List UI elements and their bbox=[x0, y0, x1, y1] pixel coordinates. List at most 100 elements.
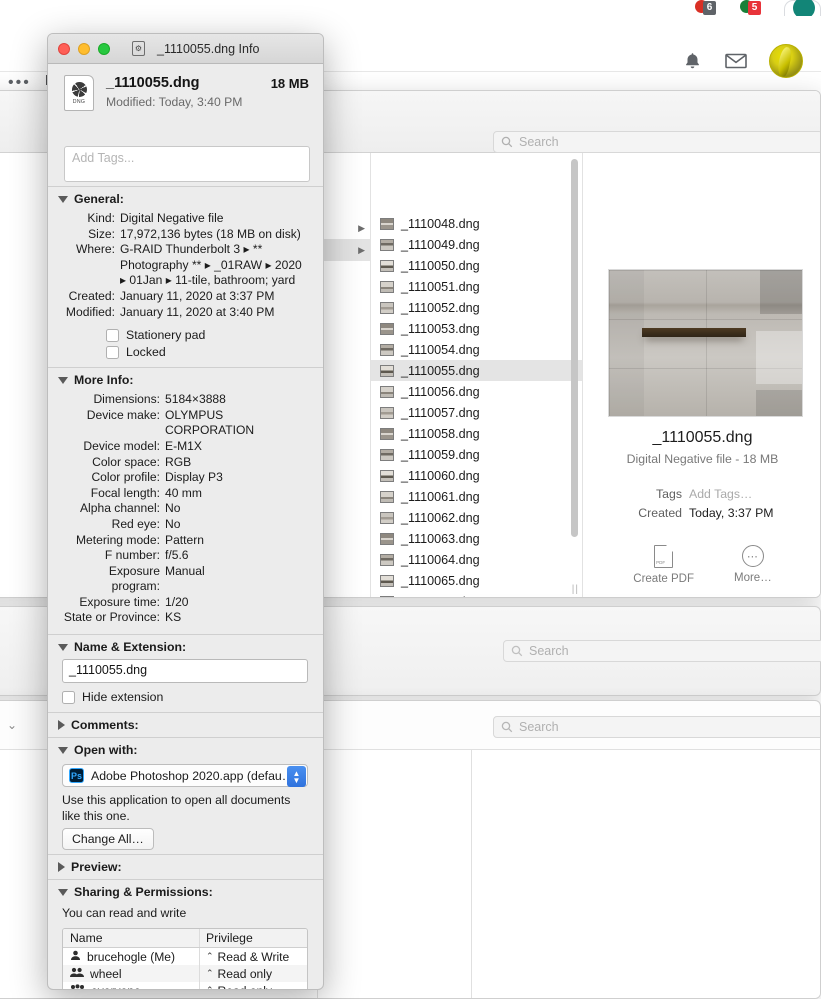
finder3-search-input[interactable]: Search bbox=[493, 716, 820, 738]
open-with-dropdown[interactable]: Ps Adobe Photoshop 2020.app (defau… ▲ ▼ bbox=[62, 764, 308, 788]
section-comments-header[interactable]: Comments: bbox=[48, 713, 323, 737]
mail-icon[interactable] bbox=[725, 50, 747, 72]
section-open-with-body: Ps Adobe Photoshop 2020.app (defau… ▲ ▼ U… bbox=[48, 762, 323, 854]
file-name-label: _1110048.dng bbox=[401, 216, 480, 231]
more-info-row: Exposure time: 1/20 bbox=[62, 595, 311, 611]
file-list-item[interactable]: _1110065.dng bbox=[371, 570, 582, 591]
file-list-item[interactable]: _1110066.dng bbox=[371, 591, 582, 597]
checkbox-box[interactable] bbox=[62, 690, 75, 704]
file-list-item[interactable]: _1110053.dng bbox=[371, 318, 582, 339]
permissions-privilege-cell[interactable]: ⌃ Read & Write bbox=[200, 950, 307, 964]
sidebar-collapse-chevron-icon[interactable]: ⌄ bbox=[0, 714, 24, 736]
file-list-item[interactable]: _1110050.dng bbox=[371, 255, 582, 276]
file-list-item[interactable]: _1110062.dng bbox=[371, 507, 582, 528]
tab-favicon-red[interactable]: 6 bbox=[695, 0, 716, 16]
chevron-updown-icon[interactable]: ▲ ▼ bbox=[287, 766, 306, 788]
row-value: KS bbox=[165, 610, 182, 625]
permissions-row[interactable]: everyone ⌃ Read only bbox=[63, 982, 307, 989]
disclosure-triangle-icon[interactable] bbox=[58, 376, 68, 384]
filename-input[interactable]: _1110055.dng bbox=[62, 659, 308, 684]
more-button[interactable]: ⋯ More… bbox=[734, 545, 772, 585]
chevron-updown-icon[interactable]: ⌃ bbox=[206, 968, 214, 979]
more-info-row: Device model: E-M1X bbox=[62, 439, 311, 455]
row-value: 5184×3888 bbox=[165, 392, 226, 407]
info-titlebar[interactable]: ⚙ _1110055.dng Info bbox=[48, 34, 323, 64]
disclosure-triangle-icon[interactable] bbox=[58, 862, 65, 873]
section-open-with-header[interactable]: Open with: bbox=[48, 738, 323, 762]
section-general-header[interactable]: General: bbox=[48, 187, 323, 211]
close-button[interactable] bbox=[58, 42, 70, 55]
file-list-container: _1110048.dng _1110049.dng _1110050.dng _111… bbox=[371, 153, 582, 597]
checkbox-label: Stationery pad bbox=[126, 328, 206, 343]
finder2-search-input[interactable]: Search bbox=[503, 640, 821, 662]
column-resize-handle[interactable]: || bbox=[572, 584, 579, 595]
section-sharing-header[interactable]: Sharing & Permissions: bbox=[48, 880, 323, 904]
bell-icon[interactable] bbox=[681, 50, 703, 72]
finder-search-input[interactable]: Search bbox=[493, 131, 820, 153]
disclosure-triangle-icon[interactable] bbox=[58, 888, 68, 896]
file-list-item[interactable]: _1110055.dng bbox=[371, 360, 582, 381]
disclosure-triangle-icon[interactable] bbox=[58, 746, 68, 754]
meta-value[interactable]: Add Tags… bbox=[689, 487, 752, 501]
checkbox-box[interactable] bbox=[106, 328, 119, 342]
locked-checkbox[interactable]: Locked bbox=[106, 345, 311, 359]
disclosure-triangle-icon[interactable] bbox=[58, 643, 68, 651]
file-thumbnail-icon bbox=[380, 322, 394, 335]
row-key: Kind: bbox=[87, 211, 115, 225]
permissions-privilege-cell[interactable]: ⌃ Read only bbox=[200, 984, 307, 989]
section-name-extension-header[interactable]: Name & Extension: bbox=[48, 635, 323, 659]
section-more-info-header[interactable]: More Info: bbox=[48, 368, 323, 392]
dng-file-icon: ⚙ bbox=[132, 41, 145, 56]
chevron-right-icon: ▶ bbox=[358, 244, 365, 255]
create-pdf-button[interactable]: Create PDF bbox=[633, 545, 694, 585]
stationery-pad-checkbox[interactable]: Stationery pad bbox=[106, 328, 311, 342]
permissions-header-row: Name Privilege bbox=[63, 929, 307, 949]
chevron-updown-icon[interactable]: ⌃ bbox=[206, 951, 214, 962]
add-tags-input[interactable]: Add Tags... bbox=[64, 146, 310, 182]
file-list-item[interactable]: _1110064.dng bbox=[371, 549, 582, 570]
permissions-name-cell: wheel bbox=[63, 965, 200, 983]
file-thumbnail-icon bbox=[380, 532, 394, 545]
checkbox-box[interactable] bbox=[106, 345, 119, 359]
disclosure-triangle-icon[interactable] bbox=[58, 195, 68, 203]
file-list-item[interactable]: _1110059.dng bbox=[371, 444, 582, 465]
permissions-privilege-cell[interactable]: ⌃Read only bbox=[200, 967, 307, 981]
file-list-item[interactable]: _1110061.dng bbox=[371, 486, 582, 507]
column-header-privilege: Privilege bbox=[206, 931, 253, 946]
change-all-button[interactable]: Change All… bbox=[62, 828, 154, 851]
row-key: Device model: bbox=[83, 438, 160, 453]
info-filesize: 18 MB bbox=[270, 76, 309, 91]
finder-file-list[interactable]: _1110048.dng _1110049.dng _1110050.dng _111… bbox=[371, 153, 583, 597]
browser-tab-strip: 6 5 bbox=[0, 0, 821, 19]
more-info-row: Color space: RGB bbox=[62, 455, 311, 471]
file-list-item[interactable]: _1110056.dng bbox=[371, 381, 582, 402]
zoom-button[interactable] bbox=[98, 42, 110, 55]
permissions-row[interactable]: brucehogle (Me) ⌃ Read & Write bbox=[63, 948, 307, 966]
create-pdf-label: Create PDF bbox=[633, 573, 694, 585]
file-list-item[interactable]: _1110052.dng bbox=[371, 297, 582, 318]
search-icon bbox=[511, 645, 523, 657]
permissions-privilege-label: Read only bbox=[218, 984, 272, 989]
file-list-scrollbar[interactable] bbox=[571, 159, 578, 537]
more-info-row: Exposure program: Manual bbox=[62, 564, 311, 595]
section-preview-header[interactable]: Preview: bbox=[48, 855, 323, 879]
file-list-item[interactable]: _1110063.dng bbox=[371, 528, 582, 549]
hide-extension-checkbox[interactable]: Hide extension bbox=[62, 690, 311, 704]
disclosure-triangle-icon[interactable] bbox=[58, 720, 65, 731]
general-row-created: Created: January 11, 2020 at 3:37 PM bbox=[62, 289, 311, 305]
file-list-item[interactable]: _1110051.dng bbox=[371, 276, 582, 297]
permissions-row[interactable]: wheel ⌃ Read only bbox=[63, 965, 307, 983]
chevron-updown-icon[interactable]: ⌃ bbox=[206, 985, 214, 989]
file-list-item[interactable]: _1110060.dng bbox=[371, 465, 582, 486]
avatar[interactable] bbox=[769, 44, 803, 78]
header-icon-group bbox=[681, 44, 803, 78]
file-list-item[interactable]: _1110049.dng bbox=[371, 234, 582, 255]
minimize-button[interactable] bbox=[78, 42, 90, 55]
row-value: Display P3 bbox=[165, 470, 223, 485]
file-list-item[interactable]: _1110058.dng bbox=[371, 423, 582, 444]
browser-tab-active[interactable] bbox=[784, 0, 821, 19]
file-list-item[interactable]: _1110054.dng bbox=[371, 339, 582, 360]
file-list-item[interactable]: _1110057.dng bbox=[371, 402, 582, 423]
file-list-item[interactable]: _1110048.dng bbox=[371, 213, 582, 234]
tab-favicon-green[interactable]: 5 bbox=[740, 0, 761, 16]
